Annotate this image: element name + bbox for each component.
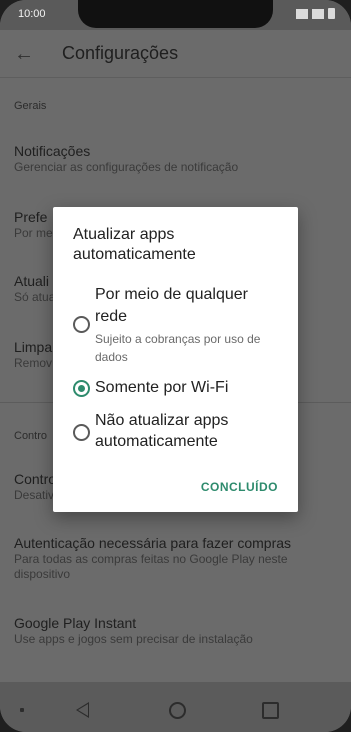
option-dont-update[interactable]: Não atualizar apps automaticamente xyxy=(73,410,288,456)
option-any-network[interactable]: Por meio de qualquer rede Sujeito a cobr… xyxy=(73,284,288,364)
dialog-title: Atualizar apps automaticamente xyxy=(73,225,283,265)
menu-dot-icon[interactable] xyxy=(20,708,24,712)
done-button[interactable]: CONCLUÍDO xyxy=(201,480,278,494)
option-label-line2: automaticamente xyxy=(95,433,218,450)
dialog-title-line2: automaticamente xyxy=(73,246,196,263)
system-nav-bar xyxy=(0,682,351,732)
option-label-line2: rede xyxy=(95,308,128,325)
option-label-line1: Somente por Wi-Fi xyxy=(95,379,229,396)
radio-icon[interactable] xyxy=(73,424,90,441)
option-label-line1: Não atualizar apps xyxy=(95,412,229,429)
back-triangle-icon[interactable] xyxy=(76,702,89,718)
home-circle-icon[interactable] xyxy=(169,702,186,719)
radio-icon[interactable] xyxy=(73,316,90,333)
option-sub-line1: Sujeito a cobranças por uso de xyxy=(95,332,261,346)
dialog-title-line1: Atualizar apps xyxy=(73,226,175,243)
phone-screen: 10:00 ← Configurações Gerais Notificaçõe… xyxy=(0,0,351,732)
option-label-line1: Por meio de qualquer xyxy=(95,286,248,303)
radio-selected-icon[interactable] xyxy=(73,380,90,397)
option-wifi-only[interactable]: Somente por Wi-Fi xyxy=(73,377,288,401)
option-sub-line2: dados xyxy=(95,350,128,364)
recents-square-icon[interactable] xyxy=(262,702,279,719)
auto-update-dialog: Atualizar apps automaticamente Por meio … xyxy=(53,207,298,512)
